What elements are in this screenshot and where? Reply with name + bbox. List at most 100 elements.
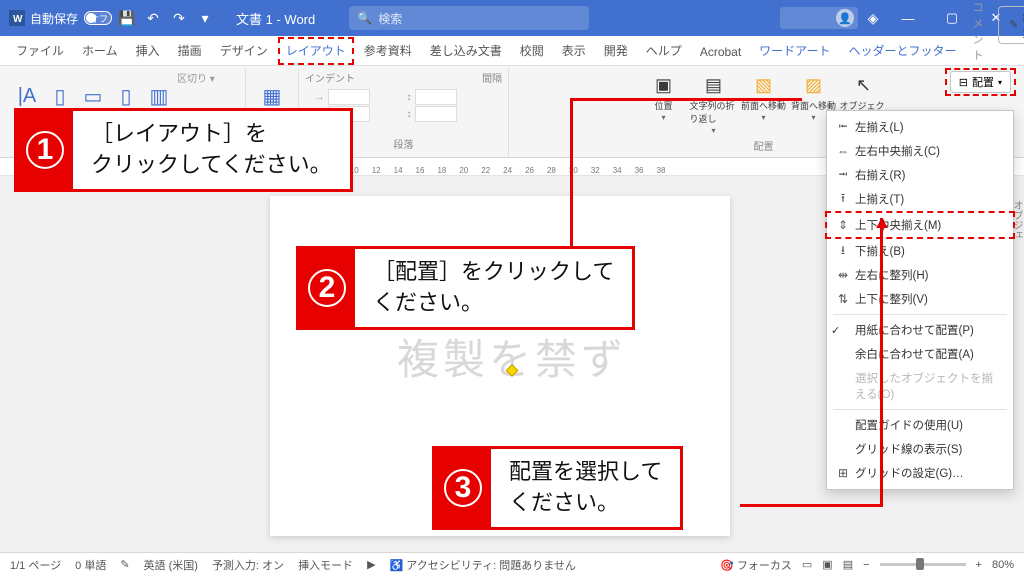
tab-review[interactable]: 校閲 [512,37,552,65]
autosave-toggle[interactable]: 自動保存 オフ [30,10,112,27]
menu-align-top[interactable]: ⭱上揃え(T) [827,187,1013,211]
zoom-in-button[interactable]: + [976,559,982,571]
status-accessibility[interactable]: ♿ アクセシビリティ: 問題ありません [390,557,576,573]
user-badge[interactable]: 👤 [780,7,858,29]
status-insert-mode[interactable]: 挿入モード [298,557,353,573]
position-button[interactable]: ▣位置▾ [640,70,688,138]
status-page[interactable]: 1/1 ページ [10,557,61,573]
diamond-icon[interactable]: ◈ [862,7,884,29]
tab-mailings[interactable]: 差し込み文書 [422,37,510,65]
tab-headerfooter[interactable]: ヘッダーとフッター [840,37,964,65]
comment-button[interactable]: 💬コメント [966,0,992,65]
callout-number-3: 3 [435,449,491,527]
annotation-line [880,218,883,506]
menu-show-gridlines[interactable]: グリッド線の表示(S) [827,437,1013,461]
tab-wordart[interactable]: ワードアート [751,37,838,65]
callout-number-2: 2 [299,249,355,327]
grid-icon: ⊞ [835,466,851,480]
callout-text-2: ［配置］をクリックしてください。 [355,249,632,327]
distribute-v-icon: ⇅ [835,292,851,306]
align-right-icon: ⭲ [835,165,851,186]
focus-mode-button[interactable]: 🎯 フォーカス [720,557,792,573]
tab-insert[interactable]: 挿入 [128,37,168,65]
status-words[interactable]: 0 単語 [75,557,106,573]
align-button[interactable]: ⊟配置▾ [950,71,1011,93]
zoom-level[interactable]: 80% [992,559,1014,571]
document-title: 文書 1 - Word [236,9,315,28]
align-center-h-icon: ⇔ [835,144,851,158]
indent-left-input[interactable] [328,89,370,105]
callout-3: 3 配置を選択してください。 [432,446,683,530]
view-print-icon[interactable]: ▣ [822,558,832,571]
watermark-text: 複製を禁ず [397,326,627,387]
tab-home[interactable]: ホーム [74,37,126,65]
search-placeholder: 検索 [378,10,402,27]
statusbar: 1/1 ページ 0 単語 ✎ 英語 (米国) 予測入力: オン 挿入モード ▶ … [0,552,1024,576]
wrap-text-button[interactable]: ▤文字列の折り返し▾ [690,70,738,138]
tab-view[interactable]: 表示 [554,37,594,65]
word-icon: W [8,9,26,27]
align-left-icon: ⭰ [835,117,851,138]
spacing-label: 間隔 [482,70,502,85]
menu-distribute-v[interactable]: ⇅上下に整列(V) [827,287,1013,311]
tab-file[interactable]: ファイル [8,37,72,65]
bring-forward-button[interactable]: ▧前面へ移動▾ [740,70,788,138]
tab-draw[interactable]: 描画 [170,37,210,65]
search-input[interactable]: 🔍 検索 [349,6,589,30]
group-label-arrange: 配置 [754,138,774,153]
callout-number-1: 1 [17,111,73,189]
edit-mode-button[interactable]: ✎ 編集 ▾ [998,6,1024,44]
menu-align-to-margin[interactable]: 余白に合わせて配置(A) [827,342,1013,366]
view-web-icon[interactable]: ▤ [843,558,853,571]
minimize-button[interactable]: — [888,0,928,36]
callout-2: 2 ［配置］をクリックしてください。 [296,246,635,330]
menu-align-left[interactable]: ⭰左揃え(L) [827,115,1013,139]
callout-text-1: ［レイアウト］をクリックしてください。 [73,111,350,189]
ribbon-tabs: ファイル ホーム 挿入 描画 デザイン レイアウト 参考資料 差し込み文書 校閲… [0,36,1024,66]
tab-acrobat[interactable]: Acrobat [692,40,749,65]
align-menu: ⭰左揃え(L) ⇔左右中央揃え(C) ⭲右揃え(R) ⭱上揃え(T) ⇕上下中央… [826,110,1014,490]
view-read-icon[interactable]: ▭ [802,558,812,571]
menu-distribute-h[interactable]: ⇹左右に整列(H) [827,263,1013,287]
menu-align-center-h[interactable]: ⇔左右中央揃え(C) [827,139,1013,163]
tab-layout[interactable]: レイアウト [278,37,354,65]
svg-text:W: W [13,14,23,25]
search-icon: 🔍 [357,11,372,25]
menu-use-guides[interactable]: 配置ガイドの使用(U) [827,413,1013,437]
tab-design[interactable]: デザイン [212,37,276,65]
titlebar: W 自動保存 オフ 💾 ↶ ↷ ▾ 文書 1 - Word 🔍 検索 👤 ◈ —… [0,0,1024,36]
avatar-icon: 👤 [836,9,854,27]
annotation-line [570,98,802,101]
align-top-icon: ⭱ [835,189,851,210]
space-before-input[interactable] [415,89,457,105]
undo-icon[interactable]: ↶ [142,7,164,29]
space-after-input[interactable] [415,106,457,122]
align-icon: ⊟ [959,76,968,89]
status-spellcheck-icon[interactable]: ✎ [120,558,129,571]
toggle-icon: オフ [84,11,112,25]
menu-align-to-selection: 選択したオブジェクトを揃える(O) [827,366,1013,406]
indent-label: インデント [305,70,355,85]
redo-icon[interactable]: ↷ [168,7,190,29]
menu-align-right[interactable]: ⭲右揃え(R) [827,163,1013,187]
tab-developer[interactable]: 開発 [596,37,636,65]
annotation-line [740,504,883,507]
menu-align-middle-v[interactable]: ⇕上下中央揃え(M) [825,211,1015,239]
tab-references[interactable]: 参考資料 [356,37,420,65]
menu-align-bottom[interactable]: ⭳下揃え(B) [827,239,1013,263]
status-language[interactable]: 英語 (米国) [144,557,198,573]
menu-align-to-page[interactable]: 用紙に合わせて配置(P) [827,318,1013,342]
distribute-h-icon: ⇹ [835,268,851,282]
tab-help[interactable]: ヘルプ [638,37,690,65]
zoom-slider[interactable] [880,563,966,566]
menu-grid-settings[interactable]: ⊞グリッドの設定(G)… [827,461,1013,485]
save-icon[interactable]: 💾 [116,7,138,29]
zoom-out-button[interactable]: − [863,559,869,571]
status-predict[interactable]: 予測入力: オン [212,557,284,573]
status-macro-icon[interactable]: ▶ [367,558,375,571]
breaks-button[interactable]: 区切り ▾ [177,70,239,85]
align-bottom-icon: ⭳ [835,241,851,262]
align-middle-v-icon: ⇕ [835,218,851,232]
annotation-line [570,98,573,263]
qat-customize-icon[interactable]: ▾ [194,7,216,29]
